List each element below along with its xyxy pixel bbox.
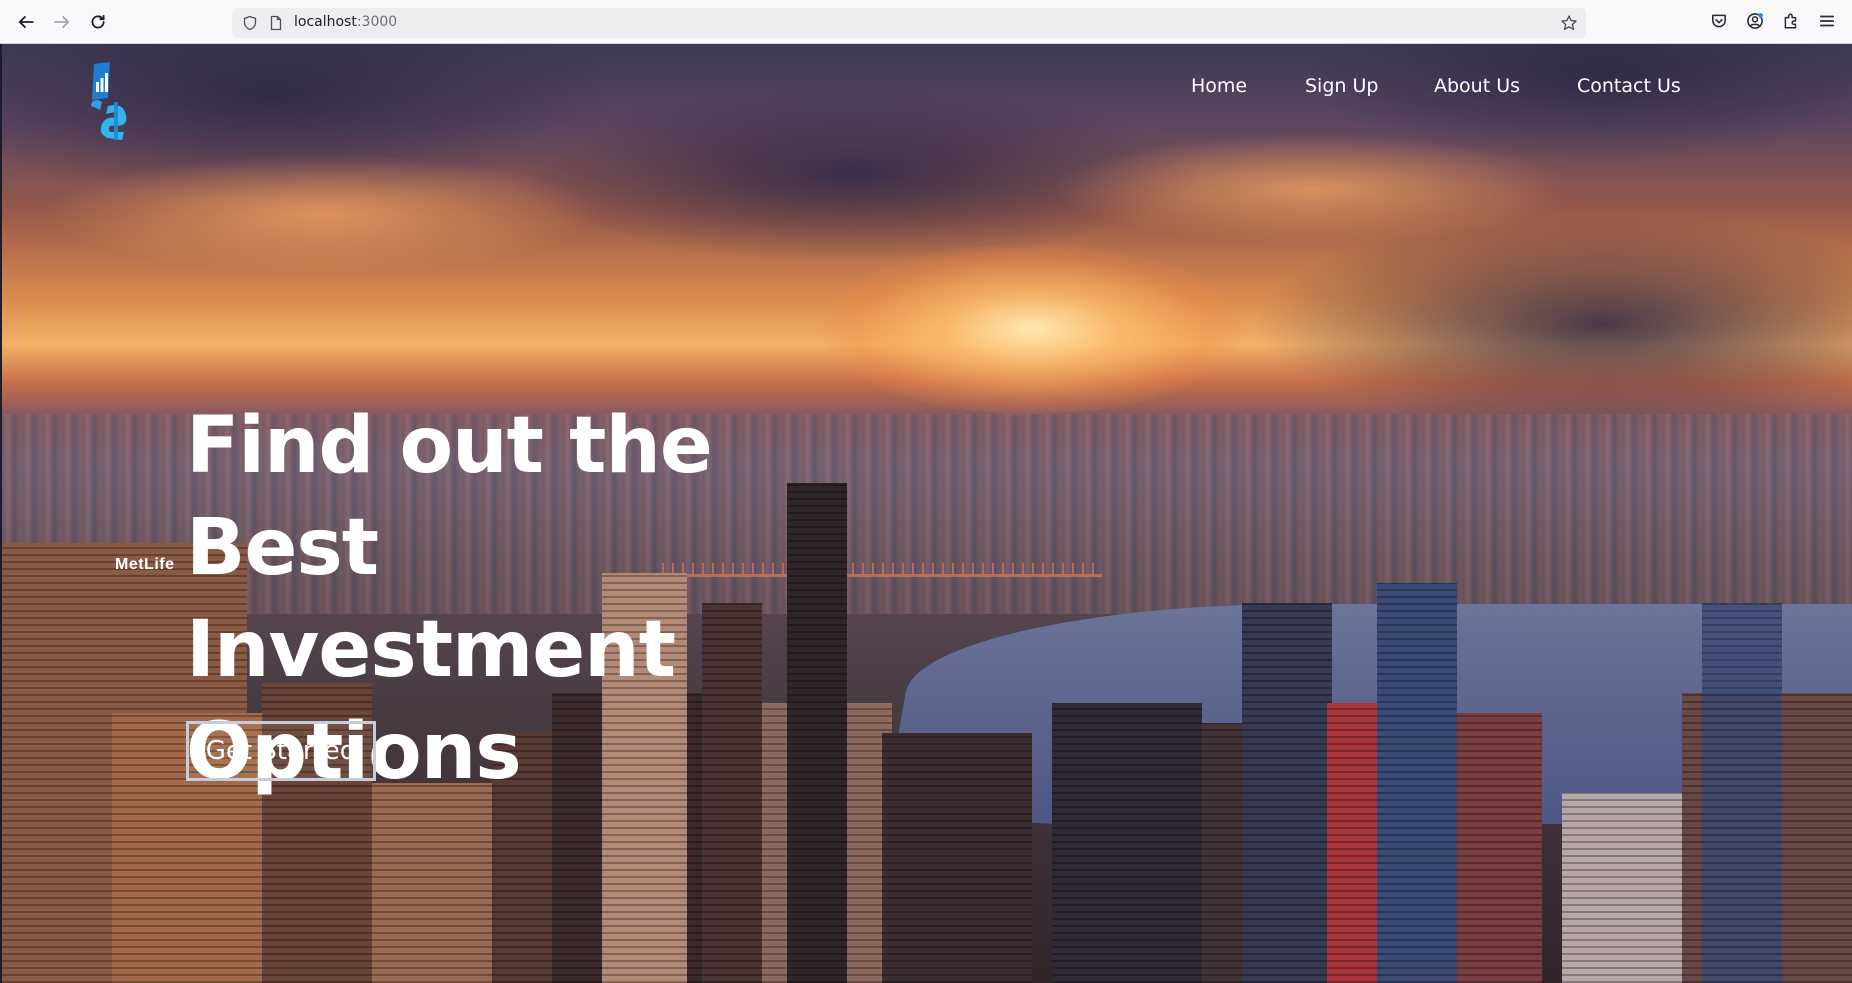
building bbox=[882, 733, 1032, 983]
nav-link-about-us[interactable]: About Us bbox=[1434, 75, 1520, 97]
nav-link-contact-us[interactable]: Contact Us bbox=[1577, 75, 1681, 97]
pocket-icon bbox=[1712, 14, 1726, 28]
nav-link-home[interactable]: Home bbox=[1191, 75, 1247, 97]
app-menu-button[interactable] bbox=[1818, 12, 1838, 32]
building bbox=[1702, 603, 1782, 983]
puzzle-icon bbox=[1784, 13, 1797, 29]
building bbox=[1562, 793, 1682, 983]
pocket-button[interactable] bbox=[1710, 12, 1730, 32]
url-port: :3000 bbox=[356, 14, 398, 30]
reload-icon bbox=[91, 14, 105, 29]
hero-headline-line1: Find out the Best bbox=[186, 401, 713, 593]
address-bar[interactable]: localhost:3000 bbox=[232, 8, 1586, 38]
star-icon[interactable] bbox=[1560, 14, 1578, 32]
shield-icon[interactable] bbox=[242, 15, 258, 31]
page-icon[interactable] bbox=[268, 15, 284, 31]
extensions-button[interactable] bbox=[1782, 12, 1802, 32]
building bbox=[372, 783, 492, 983]
sun-glow bbox=[822, 244, 1242, 414]
metlife-building-sign: MetLife bbox=[115, 556, 175, 573]
reload-button[interactable] bbox=[86, 10, 110, 34]
sky-cloud-lit bbox=[42, 154, 602, 274]
account-icon bbox=[1747, 13, 1763, 29]
url-text[interactable]: localhost:3000 bbox=[294, 14, 397, 30]
site-navigation: Home Sign Up About Us Contact Us bbox=[0, 75, 1852, 105]
forward-button[interactable] bbox=[50, 10, 74, 34]
arrow-right-icon bbox=[54, 16, 70, 28]
hamburger-menu-icon bbox=[1819, 15, 1835, 27]
back-button[interactable] bbox=[14, 10, 38, 34]
nav-link-sign-up[interactable]: Sign Up bbox=[1305, 75, 1378, 97]
browser-toolbar: localhost:3000 bbox=[0, 0, 1852, 44]
building bbox=[1442, 713, 1542, 983]
building bbox=[1052, 703, 1202, 983]
hero-headline-line2: Investment bbox=[186, 605, 676, 695]
arrow-left-icon bbox=[18, 16, 34, 28]
account-button[interactable] bbox=[1746, 12, 1766, 32]
get-started-button[interactable]: Get Started bbox=[186, 721, 376, 781]
sky-cloud bbox=[1252, 214, 1852, 434]
building bbox=[1377, 583, 1457, 983]
sky-cloud-lit bbox=[1052, 134, 1572, 244]
building bbox=[1242, 603, 1332, 983]
url-host: localhost bbox=[294, 14, 357, 30]
